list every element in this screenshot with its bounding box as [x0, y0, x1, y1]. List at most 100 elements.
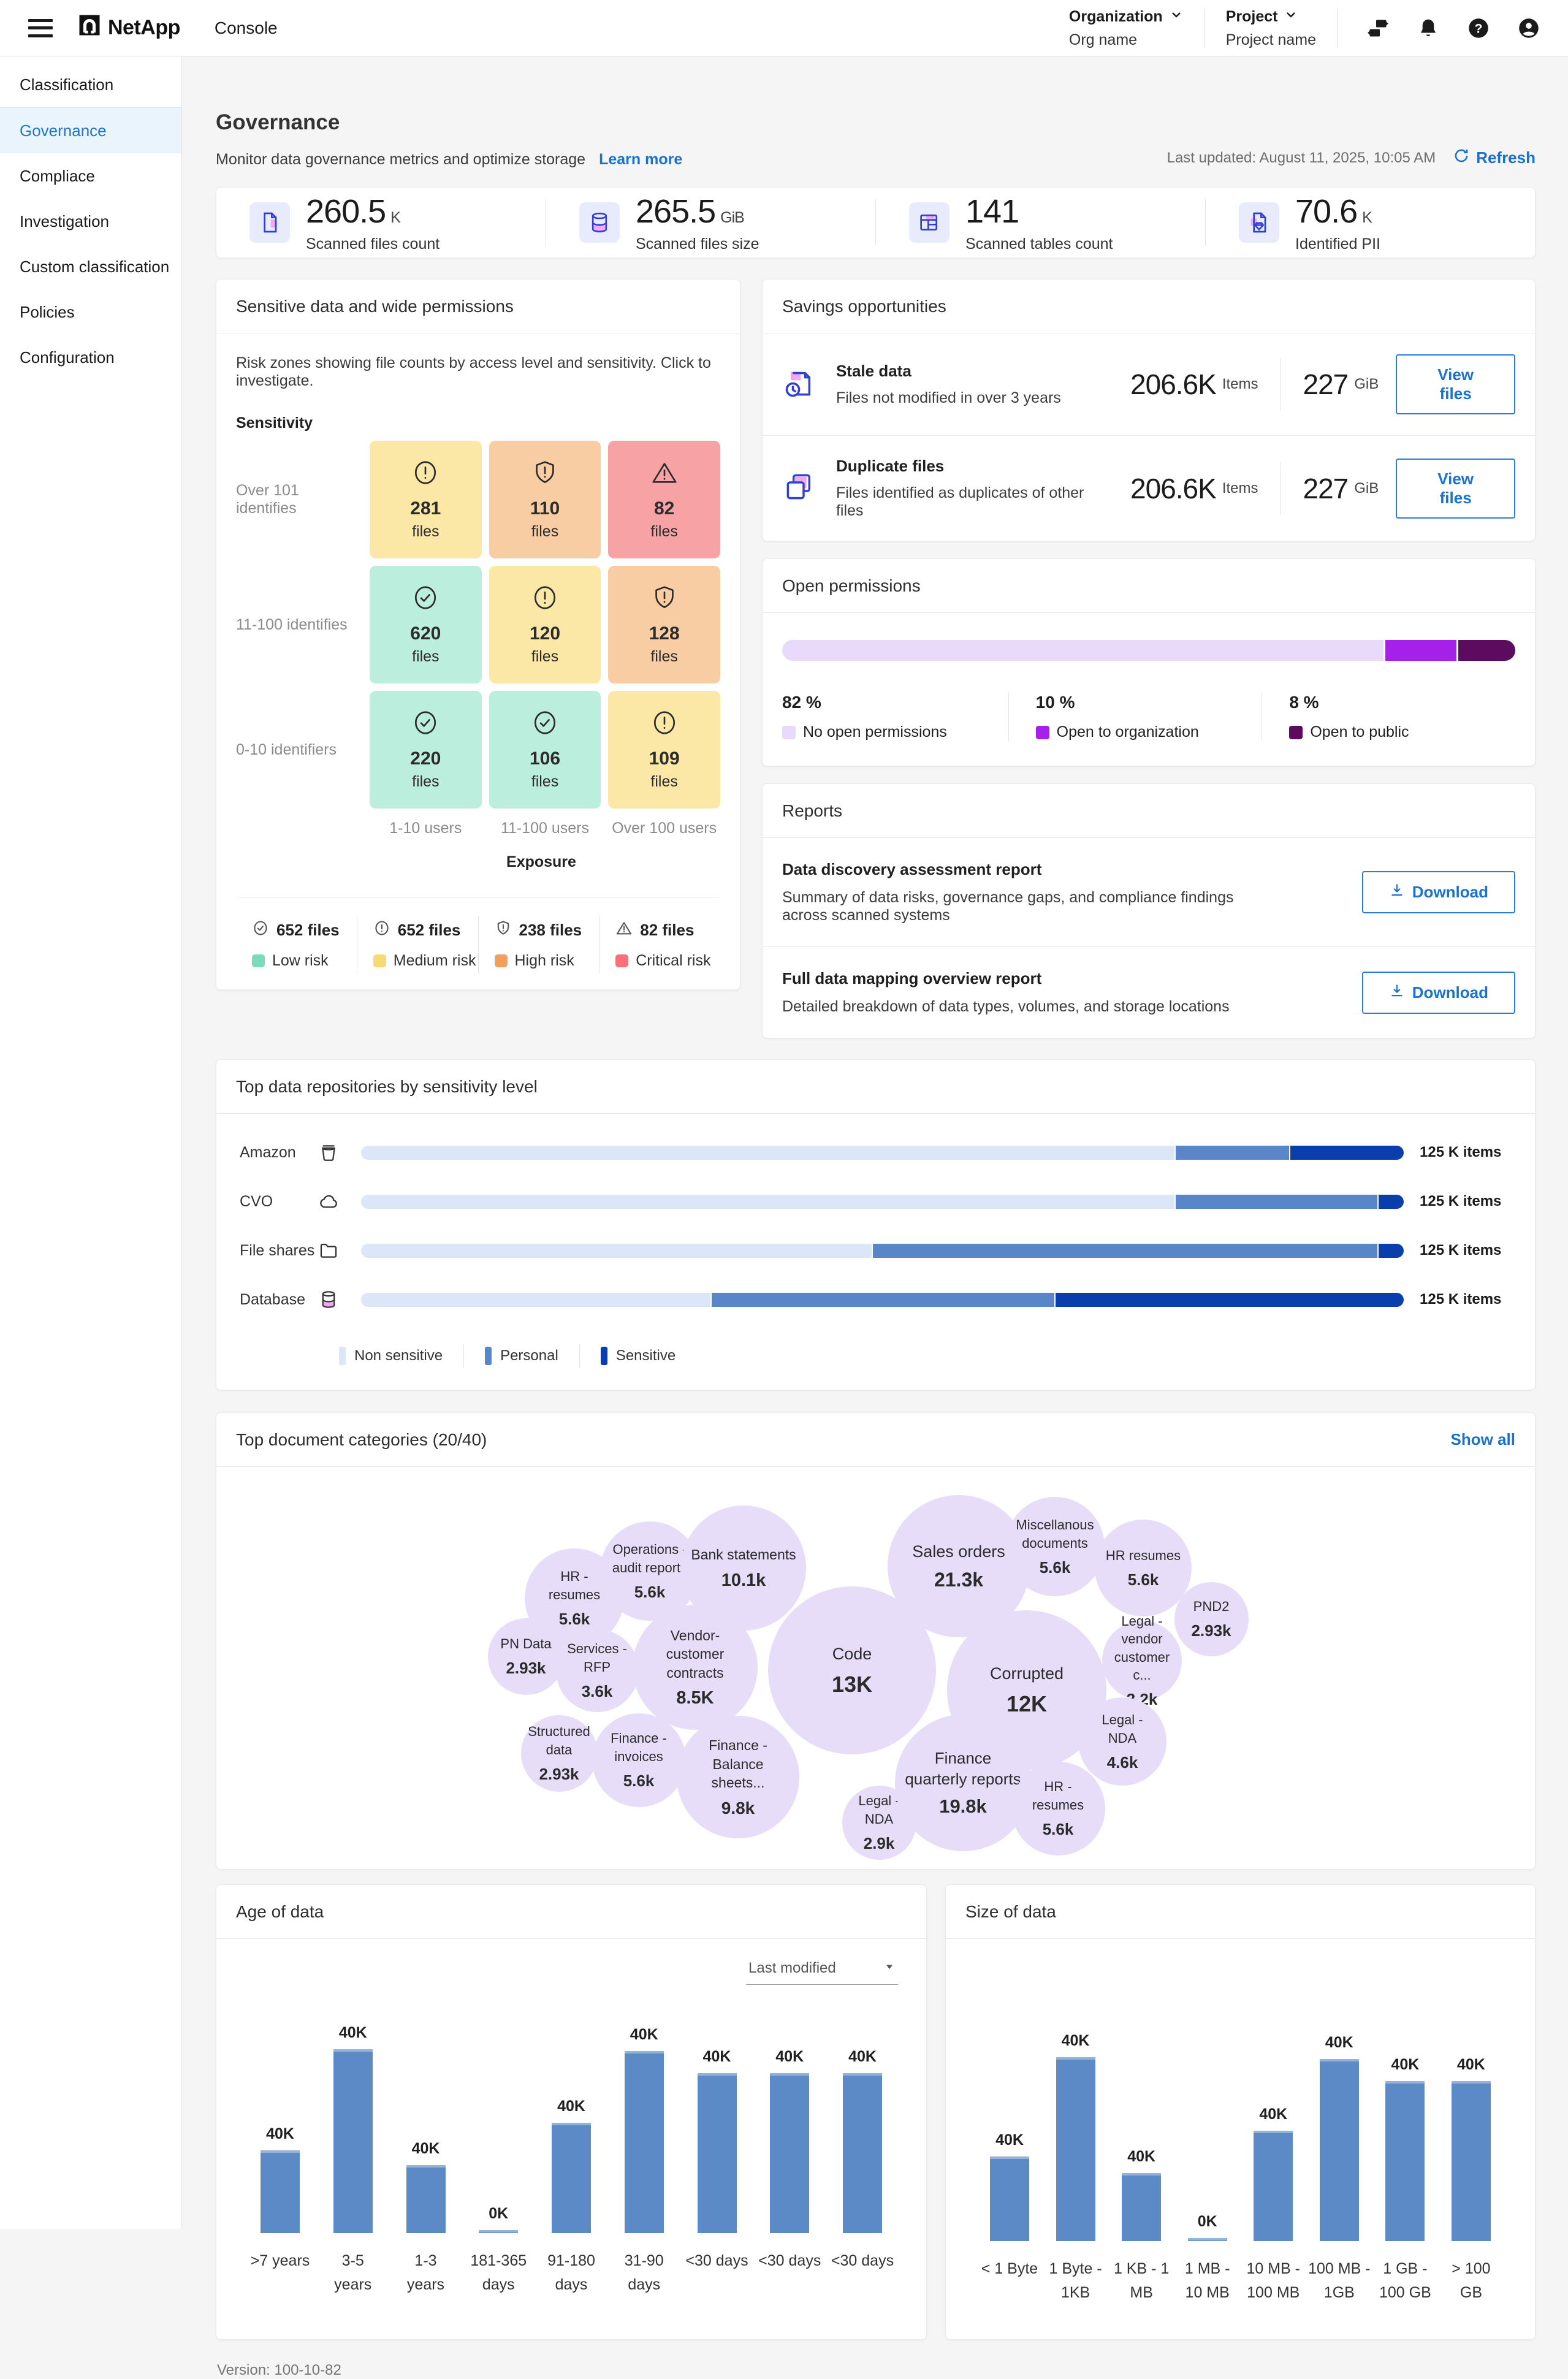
account-icon[interactable] — [1518, 17, 1540, 39]
permission-label: No open permissions — [803, 723, 947, 741]
bubble-value: 2.93k — [1191, 1621, 1231, 1640]
category-bubble-pn-data[interactable]: PN Data 2.93k — [488, 1618, 565, 1695]
savings-title: Stale data — [836, 362, 1113, 381]
last-modified-dropdown[interactable]: Last modified — [746, 1954, 898, 1985]
bar — [698, 2073, 737, 2233]
risk-cell-medium[interactable]: 281 files — [370, 441, 482, 558]
bar-category-label: 1 MB - 10 MB — [1176, 2257, 1239, 2321]
risk-cell-low[interactable]: 220 files — [370, 691, 482, 809]
repo-bar[interactable] — [361, 1293, 1404, 1307]
category-bubble-pnd2[interactable]: PND2 2.93k — [1174, 1582, 1249, 1656]
menu-icon[interactable] — [28, 19, 53, 37]
bubble-label: Bank statements — [681, 1545, 805, 1564]
bar-value-label: 40K — [995, 2131, 1024, 2149]
risk-cell-high[interactable]: 128 files — [608, 566, 720, 683]
stat-value: 260.5K — [306, 192, 440, 230]
repo-row-amazon: Amazon 125 K items — [240, 1142, 1512, 1163]
sidebar-item-governance[interactable]: Governance — [0, 108, 181, 153]
risk-cell-low[interactable]: 106 files — [489, 691, 601, 809]
sidebar-item-classification[interactable]: Classification — [0, 63, 181, 108]
permission-segment-no-open-permissions — [782, 640, 1383, 661]
category-bubble-legal-nda[interactable]: Legal - NDA 4.6k — [1078, 1697, 1166, 1786]
repo-bar[interactable] — [361, 1146, 1404, 1160]
legend-color-chip — [601, 1347, 607, 1365]
category-bubble-structured-data[interactable]: Structured data 2.93k — [521, 1715, 598, 1792]
cell-unit: files — [650, 523, 677, 541]
sidebar-item-custom-classification[interactable]: Custom classification — [0, 244, 181, 289]
repo-segment — [872, 1244, 1377, 1258]
legend-medium-risk: 652 files Medium risk — [357, 916, 478, 973]
bar — [1188, 2238, 1227, 2241]
category-bubble-miscellanous-documents[interactable]: Miscellanous documents 5.6k — [1005, 1497, 1105, 1596]
reports-card: Reports Data discovery assessment report… — [762, 783, 1536, 1038]
repo-items-count: 125 K items — [1420, 1193, 1512, 1210]
repo-bar[interactable] — [361, 1195, 1404, 1209]
sidebar-item-policies[interactable]: Policies — [0, 289, 181, 335]
matrix-row-label: 11-100 identifies — [236, 566, 362, 683]
legend-label: High risk — [515, 952, 574, 970]
top-bar: NetApp Console Organization Org name Pro… — [0, 0, 1568, 56]
report-row-data-discovery-assessment-report: Data discovery assessment report Summary… — [763, 838, 1535, 946]
help-icon[interactable]: ? — [1467, 17, 1490, 39]
bar — [1452, 2081, 1491, 2241]
bar — [625, 2051, 664, 2233]
bar-value-label: 40K — [848, 2048, 877, 2066]
legend-color-chip — [782, 726, 796, 739]
organization-value: Org name — [1069, 31, 1184, 49]
bar-category-label: 1-3 years — [394, 2249, 458, 2313]
stat-label: Identified PII — [1295, 235, 1380, 253]
risk-cell-medium[interactable]: 109 files — [608, 691, 720, 809]
sidebar-item-compliace[interactable]: Compliace — [0, 153, 181, 199]
cell-count: 106 — [530, 748, 560, 769]
risk-cell-high[interactable]: 110 files — [489, 441, 601, 558]
bar-value-label: 40K — [339, 2024, 367, 2042]
risk-cell-low[interactable]: 620 files — [370, 566, 482, 683]
view-files-button[interactable]: View files — [1396, 459, 1515, 519]
netapp-logo: NetApp — [78, 14, 180, 42]
cell-count: 620 — [410, 623, 441, 644]
organization-selector[interactable]: Organization Org name — [1069, 7, 1184, 49]
category-bubble-vendor-customer-contracts[interactable]: Vendor- customer contracts 8.5K — [633, 1605, 758, 1730]
bucket-icon — [318, 1142, 355, 1163]
category-bubble-code[interactable]: Code 13K — [768, 1586, 936, 1754]
shield-alert-icon — [650, 584, 679, 615]
repo-row-database: Database 125 K items — [240, 1289, 1512, 1310]
sidebar-item-investigation[interactable]: Investigation — [0, 199, 181, 244]
report-description: Summary of data risks, governance gaps, … — [782, 889, 1236, 924]
project-value: Project name — [1226, 31, 1316, 49]
legend-color-chip — [1036, 726, 1049, 739]
alert-circle-icon — [531, 584, 559, 615]
download-button[interactable]: Download — [1362, 871, 1515, 913]
bar-value-label: 40K — [1391, 2056, 1419, 2074]
page-subtitle: Monitor data governance metrics and opti… — [216, 151, 585, 169]
category-bubble-services-rfp[interactable]: Services - RFP 3.6k — [556, 1629, 639, 1712]
bar — [843, 2073, 882, 2233]
notifications-bell-icon[interactable] — [1417, 17, 1439, 39]
category-bubble-hr-resumes[interactable]: HR - resumes 5.6k — [1011, 1762, 1105, 1856]
category-bubble-hr-resumes[interactable]: HR resumes 5.6k — [1095, 1520, 1192, 1616]
legend-color-chip — [252, 954, 265, 967]
learn-more-link[interactable]: Learn more — [599, 151, 682, 169]
card-title: Savings opportunities — [782, 297, 946, 316]
category-bubble-finance-invoices[interactable]: Finance - invoices 5.6k — [592, 1713, 686, 1807]
shield-alert-icon — [495, 919, 512, 941]
bubble-label: HR - resumes — [1011, 1778, 1105, 1813]
download-button[interactable]: Download — [1362, 972, 1515, 1014]
show-all-link[interactable]: Show all — [1451, 1430, 1515, 1449]
category-bubble-legal-vendor-customer-c[interactable]: Legal - vendor customer c... 3.2k — [1102, 1621, 1182, 1700]
repo-bar[interactable] — [361, 1244, 1404, 1258]
sidebar-item-configuration[interactable]: Configuration — [0, 335, 181, 380]
refresh-icon — [1453, 147, 1470, 169]
report-title: Full data mapping overview report — [782, 969, 1230, 988]
view-files-button[interactable]: View files — [1396, 354, 1515, 414]
bar-1-kb-1-mb: 40K 1 KB - 1 MB — [1109, 2148, 1173, 2321]
risk-cell-critical[interactable]: 82 files — [608, 441, 720, 558]
summary-stats-card: 260.5K Scanned files count 265.5GiB Scan… — [216, 187, 1536, 258]
risk-cell-medium[interactable]: 120 files — [489, 566, 601, 683]
project-selector[interactable]: Project Project name — [1226, 7, 1316, 49]
category-bubble-finance-balance-sheets[interactable]: Finance - Balance sheets... 9.8k — [677, 1716, 799, 1838]
matrix-column-label: 11-100 users — [489, 820, 601, 837]
refresh-button[interactable]: Refresh — [1453, 147, 1536, 169]
bubble-label: Services - RFP — [556, 1640, 639, 1675]
console-switcher-icon[interactable] — [1367, 17, 1389, 39]
